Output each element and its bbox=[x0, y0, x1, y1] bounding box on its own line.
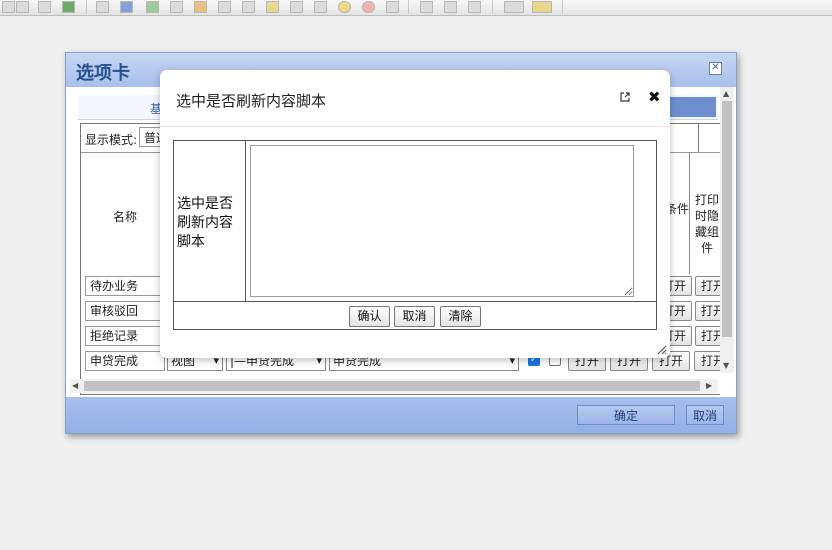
toolbar-icon[interactable] bbox=[242, 1, 255, 13]
field-label-cell: 选中是否刷新内容脚本 bbox=[174, 141, 246, 301]
open-button[interactable]: 打开 bbox=[695, 326, 720, 346]
open-button[interactable]: 打开 bbox=[694, 351, 720, 371]
toolbar-icon[interactable] bbox=[16, 1, 29, 13]
open-button[interactable]: 打开 bbox=[695, 301, 720, 321]
scrollbar-thumb[interactable] bbox=[722, 101, 732, 337]
toolbar-icon[interactable] bbox=[290, 1, 303, 13]
dialog-title: 选项卡 bbox=[76, 63, 130, 84]
toolbar-icon[interactable] bbox=[266, 1, 279, 13]
toolbar-icon[interactable] bbox=[444, 1, 457, 13]
toolbar-icon[interactable] bbox=[2, 1, 15, 13]
toolbar-icon[interactable] bbox=[96, 1, 109, 13]
toolbar-icon[interactable] bbox=[194, 1, 207, 13]
scroll-down-icon[interactable]: ▼ bbox=[723, 361, 729, 370]
open-button[interactable]: 打开 bbox=[695, 276, 720, 296]
close-icon[interactable]: ✕ bbox=[709, 62, 722, 75]
row-name-field[interactable]: 审核驳回 bbox=[85, 301, 165, 321]
row-divider bbox=[174, 301, 656, 302]
scrollbar-thumb[interactable] bbox=[84, 381, 700, 391]
scroll-right-icon[interactable]: ▶ bbox=[706, 381, 712, 390]
toolbar-separator bbox=[562, 0, 563, 14]
close-icon[interactable]: ✖ bbox=[648, 88, 661, 106]
resize-grip-icon[interactable] bbox=[655, 343, 667, 355]
toolbar-icon[interactable] bbox=[468, 1, 481, 13]
editor-toolbar bbox=[0, 0, 832, 16]
toolbar-separator bbox=[86, 0, 87, 14]
column-name-header: 名称 bbox=[113, 210, 138, 224]
modal-header: 选中是否刷新内容脚本 ✖ bbox=[160, 70, 670, 127]
column-divider bbox=[698, 124, 699, 152]
dialog-footer: 确定 取消 bbox=[66, 397, 736, 433]
toolbar-icon[interactable] bbox=[170, 1, 183, 13]
toolbar-icon[interactable] bbox=[218, 1, 231, 13]
toolbar-icon[interactable] bbox=[62, 1, 75, 13]
refresh-script-modal: 选中是否刷新内容脚本 ✖ 选中是否刷新内容脚本 确认 取消 清除 bbox=[160, 70, 670, 358]
row-name-field[interactable]: 申贷完成 bbox=[85, 351, 165, 371]
ok-button[interactable]: 确定 bbox=[577, 405, 675, 425]
toolbar-separator bbox=[492, 0, 493, 14]
toolbar-icon[interactable] bbox=[120, 1, 133, 13]
horizontal-scrollbar[interactable]: ◀ ▶ bbox=[70, 379, 718, 393]
modal-title: 选中是否刷新内容脚本 bbox=[176, 92, 327, 110]
scroll-left-icon[interactable]: ◀ bbox=[72, 381, 78, 390]
script-textarea[interactable] bbox=[250, 145, 634, 297]
script-form-table: 选中是否刷新内容脚本 确认 取消 清除 bbox=[173, 140, 657, 330]
column-divider bbox=[689, 152, 690, 274]
display-mode-label: 显示模式: bbox=[85, 133, 138, 147]
popout-icon[interactable] bbox=[620, 92, 630, 102]
toolbar-icon[interactable] bbox=[338, 1, 351, 13]
confirm-button[interactable]: 确认 bbox=[349, 306, 390, 327]
vertical-scrollbar[interactable]: ▲ ▼ bbox=[720, 87, 734, 373]
scroll-up-icon[interactable]: ▲ bbox=[723, 89, 729, 98]
toolbar-icon[interactable] bbox=[146, 1, 159, 13]
column-print-hide-header: 打印时隐藏组件 bbox=[694, 193, 719, 255]
cancel-button[interactable]: 取消 bbox=[394, 306, 435, 327]
toolbar-icon[interactable] bbox=[420, 1, 433, 13]
toolbar-dropdown-icon[interactable] bbox=[532, 1, 552, 13]
clear-button[interactable]: 清除 bbox=[440, 306, 481, 327]
cancel-button[interactable]: 取消 bbox=[686, 405, 724, 425]
toolbar-icon[interactable] bbox=[38, 1, 51, 13]
toolbar-dropdown-icon[interactable] bbox=[504, 1, 524, 13]
row-name-field[interactable]: 待办业务 bbox=[85, 276, 165, 296]
field-label: 选中是否刷新内容脚本 bbox=[177, 196, 233, 250]
toolbar-separator bbox=[408, 0, 409, 14]
toolbar-icon[interactable] bbox=[314, 1, 327, 13]
toolbar-icon[interactable] bbox=[386, 1, 399, 13]
toolbar-icon[interactable] bbox=[362, 1, 375, 13]
row-name-field[interactable]: 拒绝记录 bbox=[85, 326, 165, 346]
